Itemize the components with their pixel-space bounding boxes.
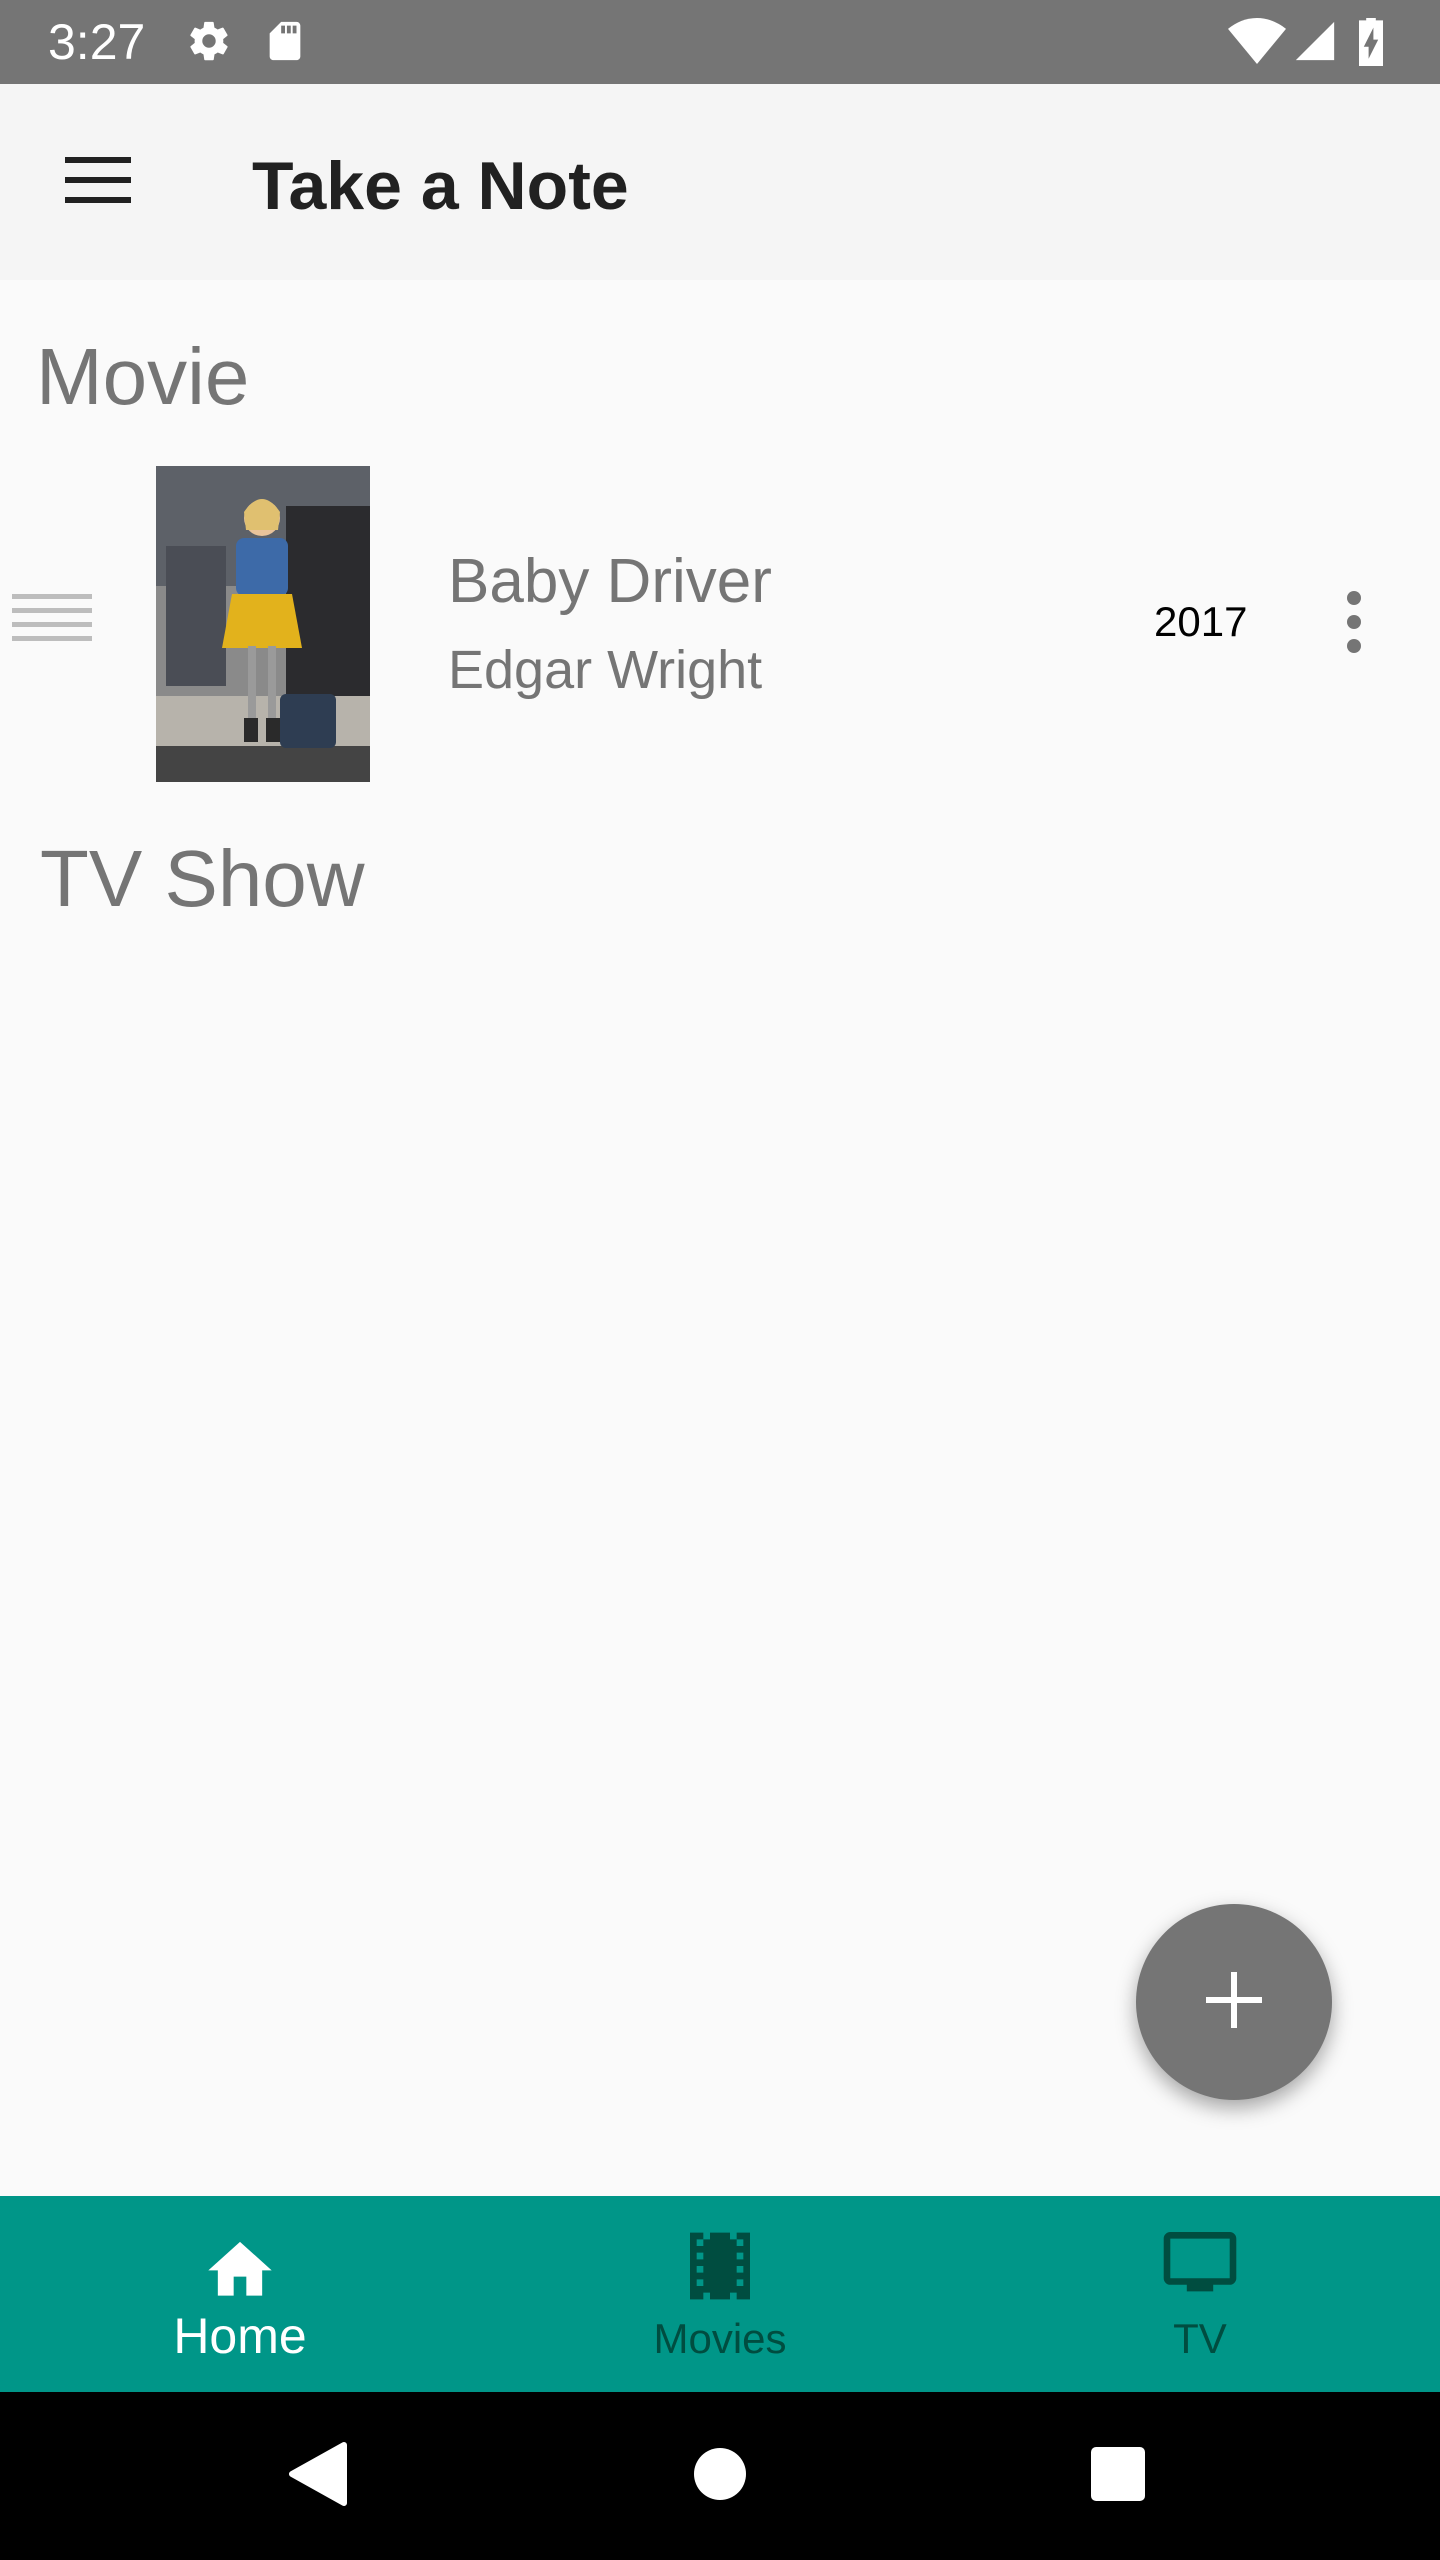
settings-icon — [186, 18, 232, 69]
movie-poster — [156, 466, 370, 782]
nav-label-home: Home — [173, 2308, 307, 2364]
sd-card-icon — [262, 18, 308, 69]
home-icon — [202, 2232, 278, 2301]
nav-label-tv: TV — [1173, 2315, 1227, 2362]
nav-item-movies[interactable]: Movies — [570, 2196, 870, 2392]
app-bar: Take a Note — [0, 84, 1440, 280]
film-icon — [690, 2232, 750, 2305]
plus-icon — [1206, 1971, 1262, 2033]
movie-list-item[interactable]: Baby Driver Edgar Wright 2017 — [0, 466, 1440, 782]
recents-button[interactable] — [1078, 2436, 1158, 2516]
movie-title: Baby Driver — [448, 547, 772, 616]
status-bar: 3:27 — [0, 0, 1440, 84]
movie-director: Edgar Wright — [448, 640, 763, 700]
movie-section-header: Movie — [36, 332, 250, 421]
recents-square-icon — [1090, 2446, 1146, 2507]
more-vert-icon — [1344, 590, 1364, 659]
tv-icon — [1160, 2232, 1240, 2303]
more-options-button[interactable] — [1314, 576, 1394, 672]
nav-item-tv[interactable]: TV — [1050, 2196, 1350, 2392]
system-navigation-bar — [0, 2392, 1440, 2560]
battery-charging-icon — [1356, 18, 1386, 71]
drag-handle-icon[interactable] — [12, 586, 92, 650]
home-system-button[interactable] — [680, 2436, 760, 2516]
app-title: Take a Note — [252, 148, 629, 224]
movie-year: 2017 — [1154, 598, 1248, 645]
bottom-navigation: Home Movies TV — [0, 2196, 1440, 2392]
nav-label-movies: Movies — [653, 2315, 787, 2362]
signal-icon — [1292, 18, 1338, 69]
nav-item-home[interactable]: Home — [90, 2196, 390, 2392]
add-button[interactable] — [1136, 1904, 1332, 2100]
status-time: 3:27 — [48, 14, 146, 70]
home-circle-icon — [693, 2447, 747, 2506]
back-button[interactable] — [278, 2436, 358, 2516]
menu-button[interactable] — [50, 134, 146, 230]
wifi-icon — [1228, 18, 1286, 69]
hamburger-menu-icon — [65, 155, 131, 210]
back-triangle-icon — [288, 2441, 348, 2512]
tv-section-header: TV Show — [40, 834, 365, 923]
